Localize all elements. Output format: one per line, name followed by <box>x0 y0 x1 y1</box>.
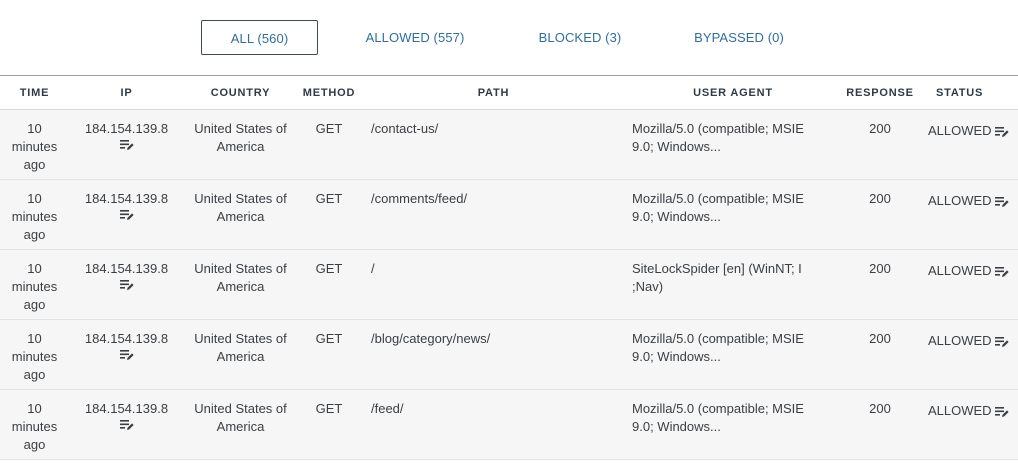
path-cell: /comments/feed/ <box>361 179 626 250</box>
country-cell: United States of America <box>184 389 297 460</box>
edit-list-icon[interactable] <box>119 419 134 431</box>
country-cell: United States of America <box>184 319 297 390</box>
ip-cell: 184.154.139.8 <box>69 249 184 320</box>
column-header-path[interactable]: PATH <box>361 76 626 110</box>
ip-value: 184.154.139.8 <box>84 401 169 416</box>
edit-list-icon[interactable] <box>119 139 134 151</box>
filter-tab-blocked[interactable]: BLOCKED (3) <box>530 20 630 55</box>
status-cell: ALLOWED <box>920 319 1018 390</box>
edit-list-icon[interactable] <box>995 126 1009 138</box>
table-row[interactable]: 10 minutes ago 184.154.139.8 United Stat… <box>0 179 1018 250</box>
status-value: ALLOWED <box>928 193 992 208</box>
column-header-country[interactable]: COUNTRY <box>184 76 297 110</box>
response-cell: 200 <box>840 249 920 320</box>
country-cell: United States of America <box>184 249 297 320</box>
edit-list-icon[interactable] <box>119 209 134 221</box>
path-cell: /contact-us/ <box>361 109 626 180</box>
status-cell: ALLOWED <box>920 109 1018 180</box>
request-log-table: TIME IP COUNTRY METHOD PATH USER AGENT R… <box>0 76 1018 460</box>
edit-list-icon[interactable] <box>995 336 1009 348</box>
edit-list-icon[interactable] <box>119 279 134 291</box>
time-cell: 10 minutes ago <box>0 109 69 180</box>
status-value: ALLOWED <box>928 263 992 278</box>
status-value: ALLOWED <box>928 333 992 348</box>
column-header-method[interactable]: METHOD <box>297 76 361 110</box>
country-cell: United States of America <box>184 109 297 180</box>
filter-tab-all[interactable]: ALL (560) <box>201 20 318 55</box>
column-header-status[interactable]: STATUS <box>920 76 1018 110</box>
method-cell: GET <box>297 179 361 250</box>
table-row[interactable]: 10 minutes ago 184.154.139.8 United Stat… <box>0 319 1018 390</box>
column-header-ip[interactable]: IP <box>69 76 184 110</box>
edit-list-icon[interactable] <box>995 196 1009 208</box>
ip-value: 184.154.139.8 <box>84 261 169 276</box>
time-cell: 10 minutes ago <box>0 179 69 250</box>
user-agent-cell: Mozilla/5.0 (compatible; MSIE 9.0; Windo… <box>626 319 840 390</box>
table-row[interactable]: 10 minutes ago 184.154.139.8 United Stat… <box>0 249 1018 320</box>
response-cell: 200 <box>840 109 920 180</box>
edit-list-icon[interactable] <box>995 406 1009 418</box>
ip-cell: 184.154.139.8 <box>69 389 184 460</box>
ip-cell: 184.154.139.8 <box>69 319 184 390</box>
path-cell: /blog/category/news/ <box>361 319 626 390</box>
filter-tabs: ALL (560) ALLOWED (557) BLOCKED (3) BYPA… <box>0 20 1018 55</box>
method-cell: GET <box>297 249 361 320</box>
country-cell: United States of America <box>184 179 297 250</box>
user-agent-cell: Mozilla/5.0 (compatible; MSIE 9.0; Windo… <box>626 179 840 250</box>
edit-list-icon[interactable] <box>995 266 1009 278</box>
ip-value: 184.154.139.8 <box>84 191 169 206</box>
response-cell: 200 <box>840 389 920 460</box>
request-log-table-wrapper: TIME IP COUNTRY METHOD PATH USER AGENT R… <box>0 75 1018 463</box>
response-cell: 200 <box>840 179 920 250</box>
response-cell: 200 <box>840 319 920 390</box>
table-header-row: TIME IP COUNTRY METHOD PATH USER AGENT R… <box>0 76 1018 110</box>
user-agent-cell: Mozilla/5.0 (compatible; MSIE 9.0; Windo… <box>626 389 840 460</box>
time-cell: 10 minutes ago <box>0 319 69 390</box>
method-cell: GET <box>297 319 361 390</box>
path-cell: / <box>361 249 626 320</box>
status-cell: ALLOWED <box>920 179 1018 250</box>
table-row[interactable]: 10 minutes ago 184.154.139.8 United Stat… <box>0 109 1018 180</box>
time-cell: 10 minutes ago <box>0 389 69 460</box>
column-header-user-agent[interactable]: USER AGENT <box>626 76 840 110</box>
filter-tab-bypassed[interactable]: BYPASSED (0) <box>686 20 792 55</box>
ip-value: 184.154.139.8 <box>84 331 169 346</box>
column-header-response[interactable]: RESPONSE <box>840 76 920 110</box>
status-value: ALLOWED <box>928 403 992 418</box>
column-header-time[interactable]: TIME <box>0 76 69 110</box>
user-agent-cell: Mozilla/5.0 (compatible; MSIE 9.0; Windo… <box>626 109 840 180</box>
path-cell: /feed/ <box>361 389 626 460</box>
ip-value: 184.154.139.8 <box>84 121 169 136</box>
status-cell: ALLOWED <box>920 389 1018 460</box>
filter-tab-allowed[interactable]: ALLOWED (557) <box>358 20 472 55</box>
method-cell: GET <box>297 109 361 180</box>
table-row[interactable]: 10 minutes ago 184.154.139.8 United Stat… <box>0 389 1018 460</box>
status-value: ALLOWED <box>928 123 992 138</box>
method-cell: GET <box>297 389 361 460</box>
edit-list-icon[interactable] <box>119 349 134 361</box>
time-cell: 10 minutes ago <box>0 249 69 320</box>
ip-cell: 184.154.139.8 <box>69 179 184 250</box>
ip-cell: 184.154.139.8 <box>69 109 184 180</box>
user-agent-cell: SiteLockSpider [en] (WinNT; I ;Nav) <box>626 249 840 320</box>
status-cell: ALLOWED <box>920 249 1018 320</box>
